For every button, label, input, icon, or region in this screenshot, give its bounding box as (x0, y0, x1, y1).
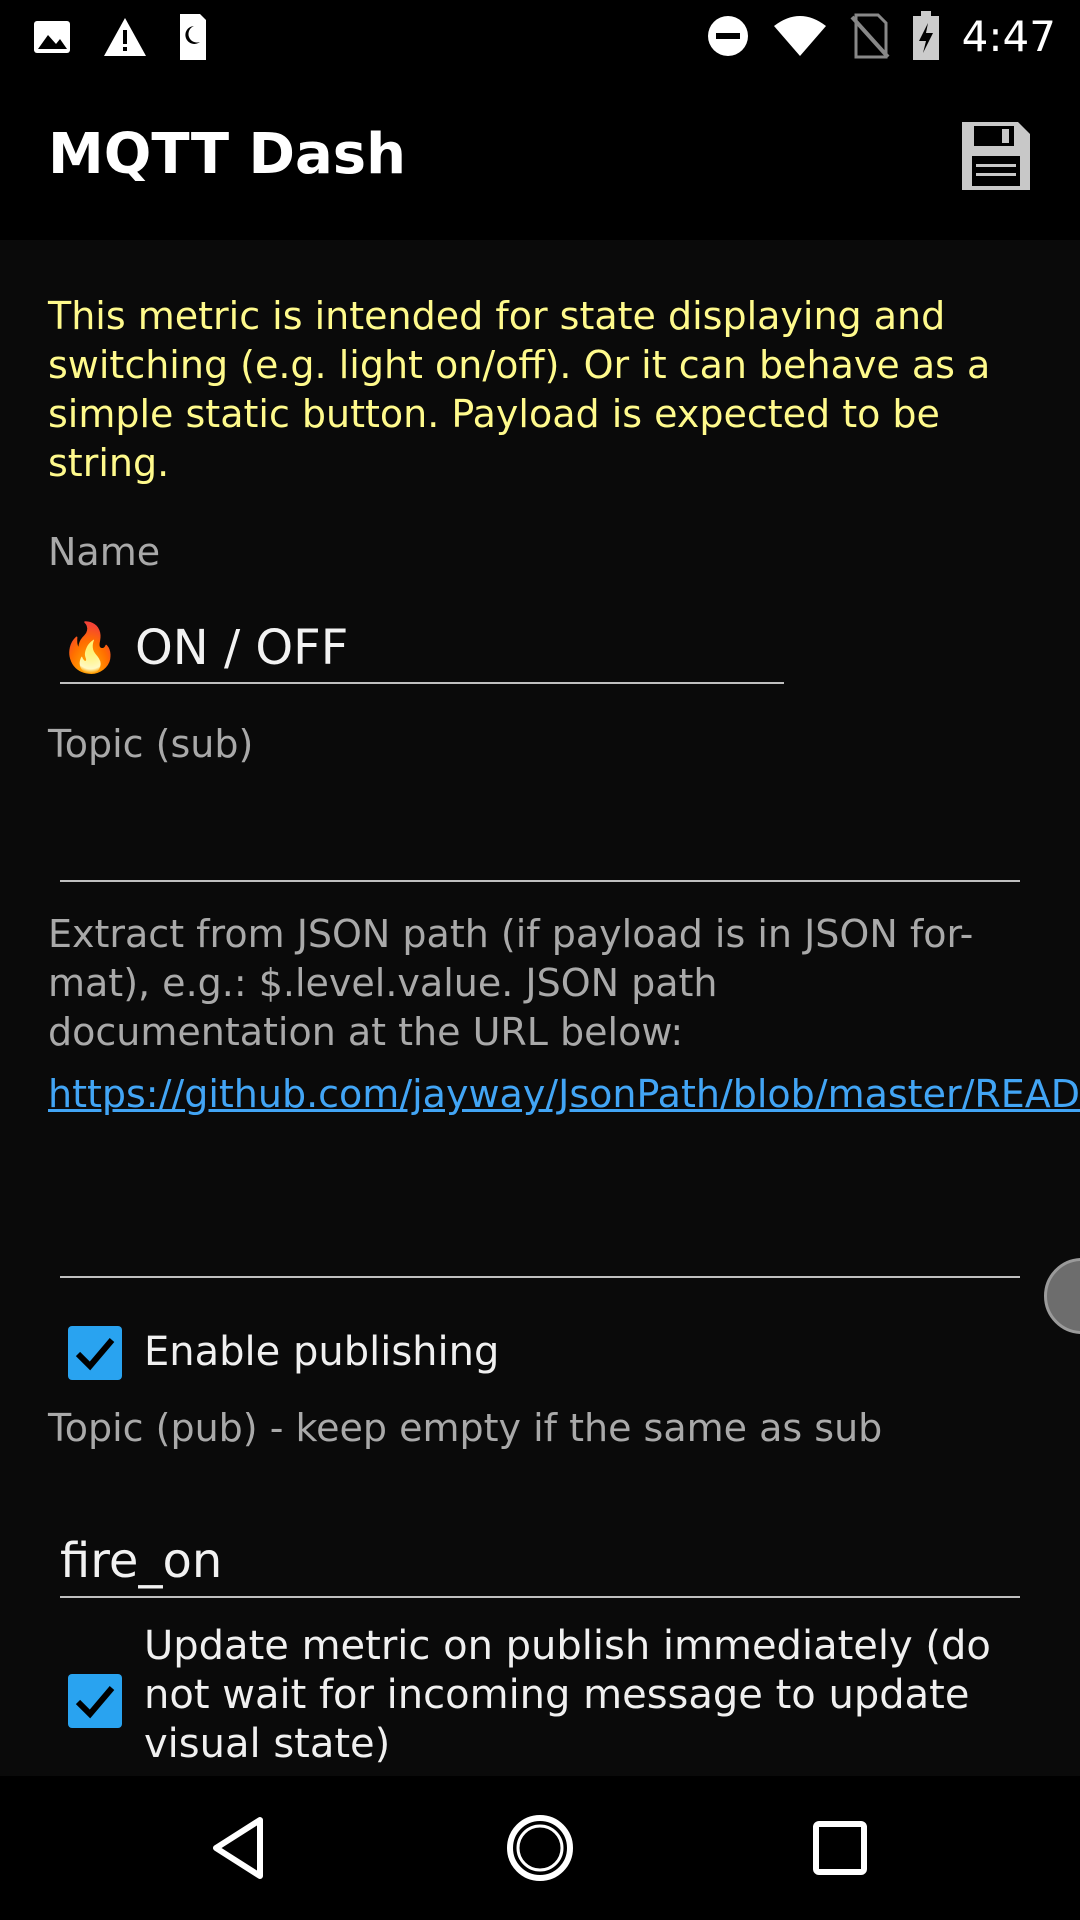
home-button[interactable] (504, 1812, 576, 1884)
name-field[interactable] (60, 612, 784, 684)
home-icon (507, 1815, 573, 1881)
status-right-icons: 4:47 (706, 10, 1056, 62)
no-sim-icon (850, 13, 890, 59)
enable-publishing-label[interactable]: Enable publishing (144, 1328, 499, 1377)
json-path-input[interactable] (60, 1206, 1020, 1276)
recents-button[interactable] (804, 1812, 876, 1884)
status-bar: 4:47 (0, 0, 1080, 72)
topic-pub-label: Topic (pub) - keep empty if the same as … (48, 1406, 883, 1450)
topic-sub-label: Topic (sub) (48, 722, 254, 766)
save-button[interactable] (960, 120, 1032, 192)
enable-publishing-checkbox[interactable] (68, 1326, 122, 1380)
navigation-bar (0, 1776, 1080, 1920)
sim-card-icon (180, 14, 206, 60)
json-path-link[interactable]: https://github.com/jayway/JsonPath/blob/… (48, 1070, 1080, 1119)
do-not-disturb-icon (707, 16, 748, 56)
image-icon (34, 21, 70, 53)
json-path-field[interactable] (60, 1206, 1020, 1278)
battery-charging-icon (912, 11, 939, 60)
back-button[interactable] (204, 1812, 276, 1884)
warning-icon (104, 18, 146, 56)
intro-text: This metric is intended for state displa… (48, 294, 991, 485)
update-metric-checkbox[interactable] (68, 1674, 122, 1728)
wifi-icon (773, 16, 826, 56)
name-input[interactable] (60, 612, 784, 682)
topic-sub-input[interactable] (60, 810, 1020, 880)
metric-form: This metric is intended for state displa… (0, 240, 1080, 1776)
name-label: Name (48, 530, 161, 574)
app-title: MQTT Dash (48, 122, 406, 187)
status-left-icons (32, 12, 208, 62)
update-metric-label[interactable]: Update metric on publish immediately (do… (144, 1622, 1014, 1769)
recents-icon (813, 1821, 867, 1875)
scroll-handle[interactable] (1044, 1258, 1080, 1334)
json-path-help: Extract from JSON path (if payload is in… (48, 912, 974, 1054)
status-time: 4:47 (961, 11, 1056, 61)
app-bar: MQTT Dash (0, 72, 1080, 240)
back-icon (213, 1817, 263, 1879)
topic-pub-input[interactable] (60, 1526, 1020, 1596)
save-icon (962, 122, 1030, 190)
checkmark-icon (75, 1338, 115, 1371)
topic-sub-field[interactable] (60, 810, 1020, 882)
topic-pub-field[interactable] (60, 1526, 1020, 1598)
checkmark-icon (75, 1686, 115, 1719)
